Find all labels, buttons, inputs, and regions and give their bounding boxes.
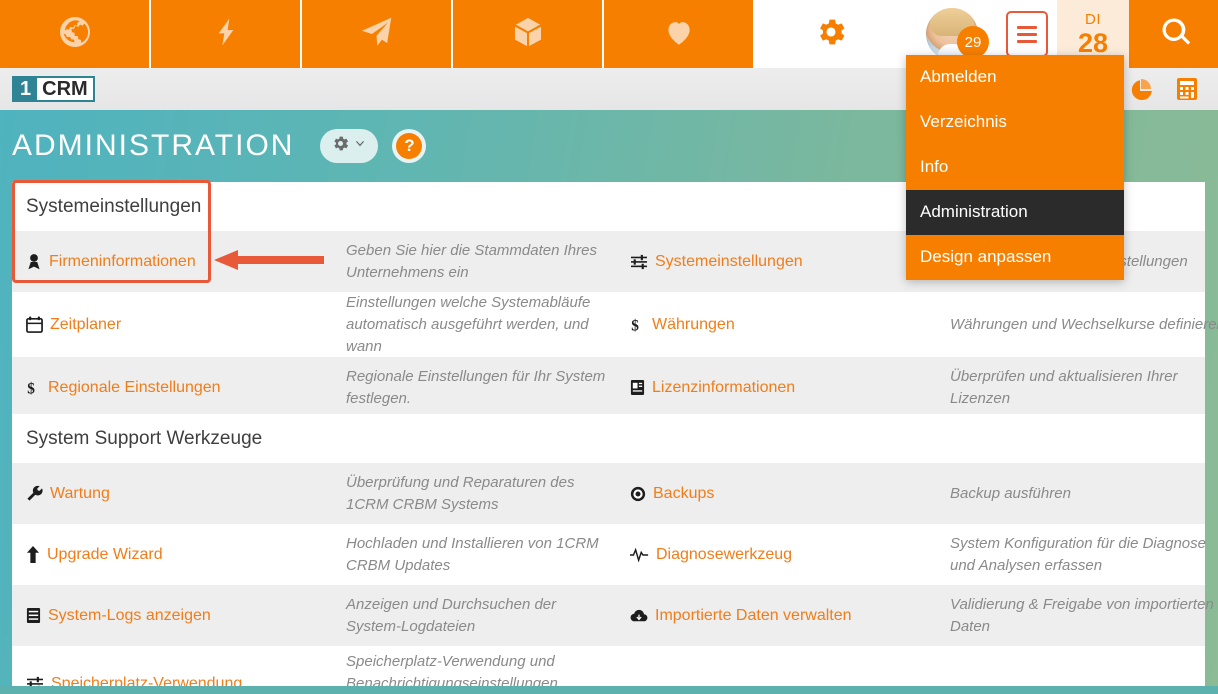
- target-icon: [630, 486, 646, 502]
- nav-favorites-button[interactable]: [604, 0, 755, 68]
- link-label: System-Logs anzeigen: [48, 606, 211, 624]
- menu-item-verzeichnis[interactable]: Verzeichnis: [906, 100, 1124, 145]
- gear-icon: [814, 15, 848, 54]
- svg-text:$: $: [631, 317, 639, 334]
- link-label: Währungen: [652, 315, 735, 333]
- nav-send-button[interactable]: [302, 0, 453, 68]
- paper-plane-icon: [358, 13, 396, 56]
- gear-icon: [331, 134, 350, 158]
- link-label: Wartung: [50, 484, 110, 502]
- link-waehrungen[interactable]: $ Währungen: [616, 292, 950, 357]
- calendar-icon: [26, 316, 43, 334]
- link-label: Upgrade Wizard: [47, 545, 163, 563]
- currency-icon: $: [630, 316, 645, 334]
- pulse-icon: [630, 547, 649, 562]
- cube-icon: [511, 15, 545, 54]
- table-row: Upgrade Wizard Hochladen und Installiere…: [12, 524, 1206, 585]
- link-label: Regionale Einstellungen: [48, 378, 221, 396]
- link-lizenzinformationen[interactable]: Lizenzinformationen: [616, 357, 950, 418]
- sliders-icon: [630, 254, 648, 270]
- row-description: Währungen und Wechselkurse definieren: [950, 315, 1218, 333]
- wrench-icon: [26, 485, 43, 502]
- hamburger-icon: [1006, 11, 1048, 57]
- link-systemeinstellungen[interactable]: Systemeinstellungen: [616, 231, 950, 292]
- help-icon: ?: [396, 133, 423, 159]
- ribbon-icon: [26, 253, 42, 271]
- row-description: Hochladen und Installieren von 1CRM CRBM…: [346, 534, 599, 574]
- link-label: Diagnosewerkzeug: [656, 545, 793, 563]
- link-label: Systemeinstellungen: [655, 252, 803, 270]
- help-button[interactable]: ?: [392, 129, 427, 163]
- nav-globe-button[interactable]: [0, 0, 151, 68]
- date-day: 28: [1077, 27, 1109, 58]
- link-regionale-einstellungen[interactable]: $ Regionale Einstellungen: [12, 357, 346, 418]
- calculator-icon[interactable]: [1176, 77, 1198, 101]
- user-dropdown-menu[interactable]: Abmelden Verzeichnis Info Administration…: [906, 55, 1124, 280]
- footer-strip: [0, 686, 1218, 694]
- globe-icon: [57, 14, 93, 55]
- nav-settings-button[interactable]: [755, 0, 906, 68]
- logo-text: CRM: [37, 78, 93, 100]
- search-button[interactable]: [1129, 0, 1218, 68]
- menu-item-info[interactable]: Info: [906, 145, 1124, 190]
- table-row: Zeitplaner Einstellungen welche Systemab…: [12, 292, 1218, 357]
- link-wartung[interactable]: Wartung: [12, 463, 346, 524]
- link-zeitplaner[interactable]: Zeitplaner: [12, 292, 346, 357]
- row-description: Validierung & Freigabe von importierten …: [950, 595, 1214, 635]
- notification-badge[interactable]: 29: [957, 26, 989, 58]
- menu-item-abmelden[interactable]: Abmelden: [906, 55, 1124, 100]
- link-backups[interactable]: Backups: [616, 463, 950, 524]
- cloud-download-icon: [630, 609, 648, 623]
- row-description: Regionale Einstellungen für Ihr System f…: [346, 368, 606, 407]
- link-label: Firmeninformationen: [49, 252, 196, 270]
- menu-item-design-anpassen[interactable]: Design anpassen: [906, 235, 1124, 280]
- arrow-up-icon: [26, 546, 40, 563]
- document-icon: [630, 379, 645, 396]
- row-description: Überprüfung und Reparaturen des 1CRM CRB…: [346, 473, 575, 513]
- link-label: Zeitplaner: [50, 315, 122, 333]
- link-system-logs[interactable]: System-Logs anzeigen: [12, 585, 346, 646]
- table-row: Wartung Überprüfung und Reparaturen des …: [12, 463, 1205, 524]
- row-description: Einstellungen welche Systemabläufe autom…: [346, 294, 591, 355]
- nav-products-button[interactable]: [453, 0, 604, 68]
- svg-text:$: $: [27, 380, 35, 397]
- page-title: ADMINISTRATION: [12, 129, 295, 162]
- menu-item-administration[interactable]: Administration: [906, 190, 1124, 235]
- row-description: Geben Sie hier die Stammdaten Ihres Unte…: [346, 241, 597, 281]
- chevron-down-icon: [353, 137, 367, 156]
- table-row: $ Regionale Einstellungen Regionale Eins…: [12, 357, 1205, 419]
- link-upgrade-wizard[interactable]: Upgrade Wizard: [12, 524, 346, 585]
- bolt-icon: [210, 16, 242, 53]
- row-description: System Konfiguration für die Diagnose un…: [950, 534, 1206, 574]
- logo-mark: 1: [14, 78, 38, 100]
- pie-chart-icon[interactable]: [1130, 77, 1154, 101]
- table-row: System-Logs anzeigen Anzeigen und Durchs…: [12, 585, 1214, 646]
- row-description: Backup ausführen: [950, 484, 1071, 502]
- link-label: Lizenzinformationen: [652, 378, 796, 396]
- search-icon: [1158, 14, 1194, 55]
- link-label: Importierte Daten verwalten: [655, 606, 852, 624]
- row-description: Anzeigen und Durchsuchen der System-Logd…: [346, 595, 557, 635]
- document-icon: [26, 607, 41, 624]
- date-weekday: DI: [1085, 10, 1101, 28]
- app-logo[interactable]: 1 CRM: [12, 76, 95, 102]
- nav-bolt-button[interactable]: [151, 0, 302, 68]
- link-importierte-daten[interactable]: Importierte Daten verwalten: [616, 585, 950, 646]
- panel-heading: System Support Werkzeuge: [26, 428, 263, 449]
- link-diagnosewerkzeug[interactable]: Diagnosewerkzeug: [616, 524, 950, 585]
- row-description: Überprüfen und aktualisieren Ihrer Lizen…: [950, 368, 1178, 407]
- heart-icon: [662, 15, 696, 54]
- annotation-arrow: [214, 249, 324, 271]
- gear-dropdown-button[interactable]: [320, 129, 379, 163]
- currency-icon: $: [26, 379, 41, 397]
- panel-support-tools: System Support Werkzeuge Wartung Überprü…: [12, 414, 1214, 694]
- link-label: Backups: [653, 484, 715, 502]
